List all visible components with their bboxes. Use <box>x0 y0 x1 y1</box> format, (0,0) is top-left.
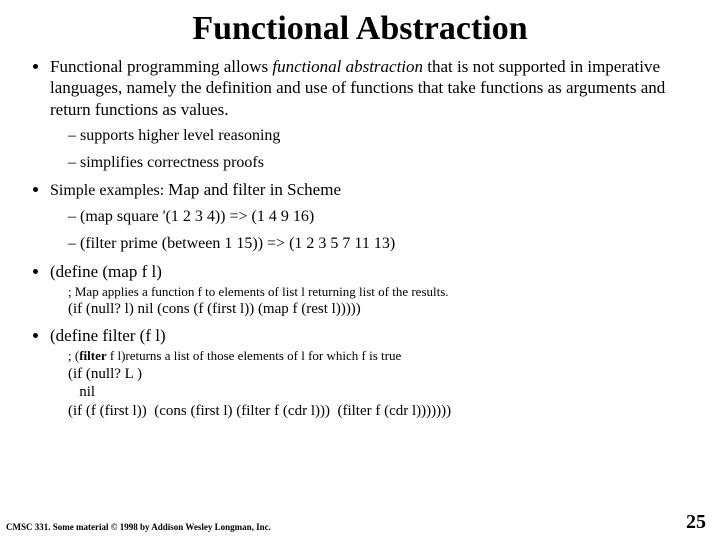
bullet1-sublist: supports higher level reasoning simplifi… <box>50 126 692 174</box>
bullet3-head: (define (map f l) <box>50 262 162 281</box>
bullet2-prefix: Simple examples: <box>50 182 168 199</box>
bullet3-code: ; Map applies a function f to elements o… <box>68 284 692 319</box>
bullet-simple-examples: Simple examples: Map and filter in Schem… <box>50 179 692 255</box>
bullet-define-filter: (define filter (f l) ; (filter f l)retur… <box>50 325 692 421</box>
bullet-list: Functional programming allows functional… <box>28 56 692 421</box>
bullet1-sub1: supports higher level reasoning <box>68 126 692 147</box>
bullet2-sublist: (map square '(1 2 3 4)) => (1 4 9 16) (f… <box>50 207 692 255</box>
bullet1-em: functional abstraction <box>272 57 423 76</box>
bullet2-sub2: (filter prime (between 1 15)) => (1 2 3 … <box>68 234 692 255</box>
slide: Functional Abstraction Functional progra… <box>0 0 720 540</box>
bullet4-c1-pre: ; ( <box>68 348 79 363</box>
bullet4-c1-post: f l)returns a list of those elements of … <box>107 348 402 363</box>
slide-title: Functional Abstraction <box>28 10 692 48</box>
bullet2-main: Map and filter in Scheme <box>168 180 341 199</box>
bullet4-c1-bold: filter <box>79 348 106 363</box>
bullet3-c1: ; Map applies a function f to elements o… <box>68 284 692 300</box>
bullet2-sub1: (map square '(1 2 3 4)) => (1 4 9 16) <box>68 207 692 228</box>
footer-text: CMSC 331. Some material © 1998 by Addiso… <box>6 522 271 532</box>
bullet4-c3: nil <box>68 383 692 402</box>
bullet4-c1: ; (filter f l)returns a list of those el… <box>68 348 692 364</box>
bullet1-pre: Functional programming allows <box>50 57 272 76</box>
bullet4-code: ; (filter f l)returns a list of those el… <box>68 348 692 421</box>
bullet4-c2: (if (null? L ) <box>68 365 692 384</box>
bullet-define-map: (define (map f l) ; Map applies a functi… <box>50 261 692 319</box>
bullet4-c4: (if (f (first l)) (cons (first l) (filte… <box>68 402 692 421</box>
page-number: 25 <box>686 511 706 534</box>
bullet1-sub2: simplifies correctness proofs <box>68 153 692 174</box>
bullet-functional-abstraction: Functional programming allows functional… <box>50 56 692 173</box>
bullet3-c2: (if (null? l) nil (cons (f (first l)) (m… <box>68 300 692 319</box>
bullet4-head: (define filter (f l) <box>50 326 166 345</box>
